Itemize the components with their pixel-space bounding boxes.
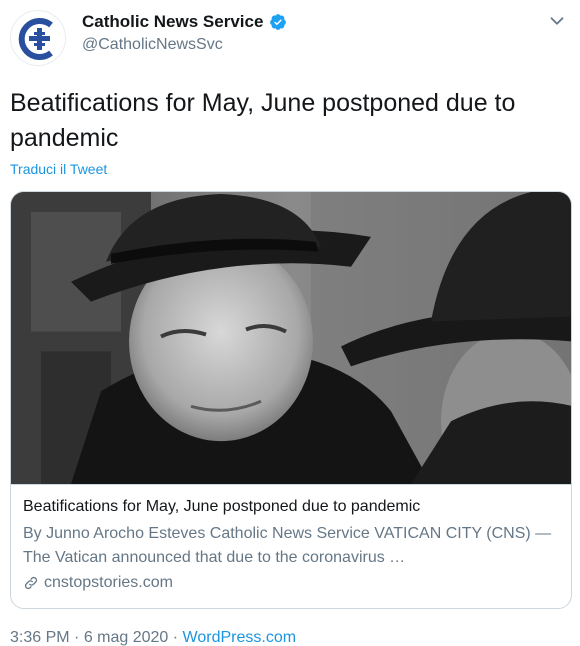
translate-tweet-link[interactable]: Traduci il Tweet	[10, 161, 107, 177]
verified-badge-icon	[270, 14, 287, 30]
tweet-meta: 3:36 PM · 6 mag 2020 · WordPress.com	[10, 629, 296, 646]
cns-logo-icon	[12, 12, 65, 65]
author-names: Catholic News Service @CatholicNewsSvc	[82, 12, 287, 54]
card-body: Beatifications for May, June postponed d…	[23, 496, 559, 592]
tweet-header: Catholic News Service @CatholicNewsSvc	[10, 10, 570, 66]
link-icon	[24, 576, 38, 590]
tweet-text: Beatifications for May, June postponed d…	[10, 89, 516, 152]
avatar[interactable]	[10, 10, 66, 66]
tweet-source-link[interactable]: WordPress.com	[183, 629, 297, 646]
author-handle[interactable]: @CatholicNewsSvc	[82, 36, 287, 54]
display-name[interactable]: Catholic News Service	[82, 12, 263, 32]
card-description: By Junno Arocho Esteves Catholic News Se…	[23, 525, 552, 566]
chevron-down-icon[interactable]	[546, 10, 568, 32]
link-preview-card[interactable]: Beatifications for May, June postponed d…	[10, 191, 572, 609]
tweet-time[interactable]: 3:36 PM	[10, 629, 70, 646]
card-domain[interactable]: cnstopstories.com	[23, 574, 559, 592]
tweet-date[interactable]: 6 mag 2020	[84, 629, 169, 646]
meta-separator-2: ·	[168, 629, 183, 646]
card-title[interactable]: Beatifications for May, June postponed d…	[23, 496, 559, 518]
meta-separator: ·	[69, 629, 84, 646]
card-photo	[11, 192, 571, 485]
card-domain-text: cnstopstories.com	[44, 574, 173, 591]
